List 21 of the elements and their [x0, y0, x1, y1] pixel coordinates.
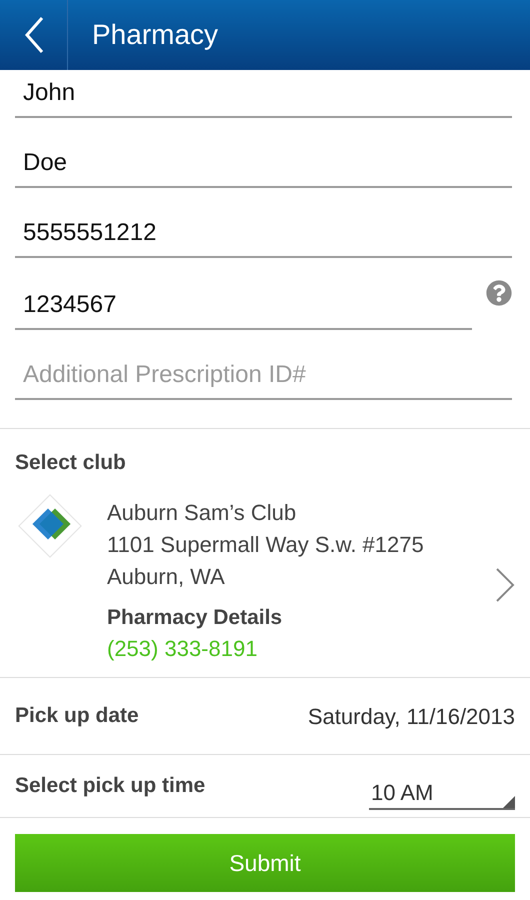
- pharmacy-details-label: Pharmacy Details: [107, 604, 284, 630]
- pickup-date-label: Pick up date: [15, 703, 139, 730]
- pickup-date-row[interactable]: Pick up date Saturday, 11/16/2013: [0, 678, 530, 754]
- club-card[interactable]: Select club Auburn Sam’s Club 1101 Supermall Way S.w. #1275 Auburn, WA Pharmacy Details (253) 333-8191: [0, 429, 530, 677]
- pickup-date-value: Saturday, 11/16/2013: [308, 702, 515, 731]
- dropdown-corner-icon: [503, 796, 515, 808]
- text-field[interactable]: John: [15, 70, 512, 118]
- pickup-time-label: Select pick up time: [15, 773, 206, 800]
- text-field[interactable]: Doe: [15, 140, 512, 188]
- back-icon: [24, 16, 44, 54]
- text-field[interactable]: Additional Prescription ID#: [15, 352, 512, 400]
- time-dropdown[interactable]: 10 AM: [369, 776, 515, 810]
- text-field[interactable]: 1234567: [15, 282, 472, 330]
- help-icon[interactable]: [486, 280, 512, 306]
- text-field[interactable]: 5555551212: [15, 210, 512, 258]
- screen-title: Pharmacy: [92, 18, 218, 52]
- club-name: Auburn Sam’s Club: [107, 498, 298, 526]
- club-city: Auburn, WA: [107, 562, 226, 590]
- club-address: 1101 Supermall Way S.w. #1275: [107, 530, 425, 559]
- chevron-right-icon: [495, 566, 515, 602]
- section-heading: Select club: [15, 450, 127, 476]
